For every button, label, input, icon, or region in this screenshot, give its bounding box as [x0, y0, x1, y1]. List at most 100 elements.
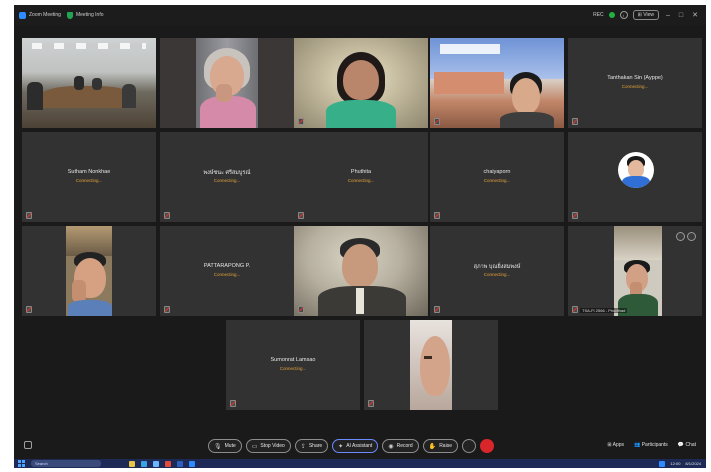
- record-button[interactable]: ◉ Record: [382, 439, 419, 453]
- tray-zoom-icon[interactable]: [659, 460, 666, 467]
- participant-name: พงษ์ชนะ ศรีสมบูรณ์: [203, 170, 251, 176]
- connecting-status: Connecting...: [483, 178, 511, 183]
- taskbar-search[interactable]: Search: [31, 460, 101, 467]
- zoom-window: Zoom Meeting Meeting Info REC i ⊞ View –…: [14, 5, 706, 468]
- participant-tile[interactable]: [22, 226, 156, 316]
- zoom-logo-icon: [19, 11, 26, 19]
- participant-name: Sutham Nonkhae: [67, 169, 111, 175]
- participant-name: PATTARAPONG P.: [203, 263, 251, 269]
- muted-mic-icon: [572, 306, 578, 313]
- participant-tile[interactable]: Sutham Nonkhae Connecting...: [22, 132, 156, 222]
- mic-icon: 🎙: [214, 443, 222, 450]
- edge-icon[interactable]: [141, 460, 147, 467]
- app-label: Zoom Meeting: [29, 12, 61, 18]
- view-button[interactable]: ⊞ View: [632, 10, 659, 20]
- muted-mic-icon: [434, 212, 440, 219]
- os-taskbar: Search 12:00 8/1/2024: [14, 459, 706, 468]
- muted-mic-icon: [26, 306, 32, 313]
- word-icon[interactable]: [177, 460, 183, 467]
- mute-button[interactable]: 🎙 Mute: [208, 439, 242, 453]
- participant-tile[interactable]: [294, 226, 428, 316]
- muted-mic-icon: [298, 212, 304, 219]
- meeting-info-button[interactable]: Meeting Info: [66, 11, 104, 19]
- connecting-status: Connecting...: [213, 272, 241, 277]
- share-button[interactable]: ⇪ Share: [294, 439, 329, 453]
- ai-assistant-button[interactable]: ✦ AI Assistant: [332, 439, 379, 453]
- chat-button[interactable]: 💬 Chat: [678, 442, 696, 448]
- connecting-status: Connecting...: [75, 178, 103, 183]
- participant-tile[interactable]: [430, 38, 564, 128]
- participant-label: TSA-FI 2566 - Phudthad: [580, 308, 628, 313]
- connecting-status: Connecting...: [347, 178, 375, 183]
- apps-button[interactable]: ⊞ Apps: [607, 442, 624, 448]
- video-conference-room: [22, 38, 156, 128]
- more-icon[interactable]: [676, 232, 685, 241]
- maximize-button[interactable]: □: [677, 12, 685, 19]
- video-elderly-woman: [160, 38, 294, 128]
- participant-tile[interactable]: chaiyaporn Connecting...: [430, 132, 564, 222]
- shield-icon: [66, 11, 73, 19]
- participants-button[interactable]: 👥 Participants: [634, 442, 668, 448]
- muted-mic-icon: [368, 400, 374, 407]
- participant-tile[interactable]: [22, 38, 156, 128]
- participants-icon: 👥: [634, 442, 641, 448]
- participant-tile[interactable]: Tanthakan Sin (Ayppe) Connecting...: [568, 38, 702, 128]
- connecting-status: Connecting...: [483, 272, 511, 277]
- more-options-icon[interactable]: [461, 439, 476, 453]
- connecting-status: Connecting...: [213, 178, 241, 183]
- participant-tile[interactable]: [294, 38, 428, 128]
- meeting-toolbar: 🎙 Mute ▭ Stop Video ⇪ Share ✦ AI Assistant ◉…: [14, 433, 706, 459]
- raise-button[interactable]: ✋ Raise: [422, 439, 458, 453]
- muted-mic-icon: [572, 212, 578, 219]
- participant-name: chaiyaporn: [483, 169, 511, 175]
- zoom-taskbar-icon[interactable]: [189, 460, 195, 467]
- chat-icon: 💬: [677, 442, 685, 448]
- participant-name: สุภาพ บุณยิ่งสมพงษ์: [473, 264, 521, 270]
- stop-video-button[interactable]: ▭ Stop Video: [245, 439, 291, 453]
- minimize-button[interactable]: –: [664, 12, 672, 19]
- participant-tile[interactable]: พงษ์ชนะ ศรีสมบูรณ์ Connecting...: [160, 132, 294, 222]
- muted-mic-icon: [164, 212, 170, 219]
- participant-tile[interactable]: TSA-FI 2566 - Phudthad: [568, 226, 702, 316]
- recording-label: REC: [593, 12, 604, 18]
- more-icon[interactable]: [687, 232, 696, 241]
- app-menu[interactable]: Zoom Meeting: [19, 11, 61, 19]
- participant-tile[interactable]: สุภาพ บุณยิ่งสมพงษ์ Connecting...: [430, 226, 564, 316]
- muted-mic-icon: [298, 306, 304, 313]
- chrome-icon[interactable]: [165, 460, 171, 467]
- record-icon: ◉: [388, 443, 394, 450]
- info-icon[interactable]: i: [619, 11, 628, 19]
- video-closeup-face: [364, 320, 498, 410]
- meeting-info-label: Meeting Info: [75, 12, 104, 18]
- avatar: [618, 152, 654, 188]
- participant-tile[interactable]: Phuthita Connecting...: [294, 132, 428, 222]
- participant-tile[interactable]: PATTARAPONG P. Connecting...: [160, 226, 294, 316]
- video-man-hand: [22, 226, 156, 316]
- tile-options[interactable]: [676, 232, 696, 241]
- participant-name: Sumonrat Lamsao: [270, 357, 316, 363]
- participant-tile[interactable]: Sumonrat Lamsao Connecting...: [226, 320, 360, 410]
- video-icon: ▭: [251, 443, 258, 450]
- participant-name: Tanthakan Sin (Ayppe): [607, 75, 663, 81]
- video-man-building: [430, 38, 564, 128]
- participant-name: Phuthita: [350, 169, 372, 175]
- participant-tile[interactable]: [568, 132, 702, 222]
- tray-date: 8/1/2024: [685, 461, 701, 466]
- close-button[interactable]: ✕: [690, 11, 700, 19]
- title-bar: Zoom Meeting Meeting Info REC i ⊞ View –…: [14, 5, 706, 25]
- view-label: View: [643, 12, 654, 18]
- participant-tile[interactable]: [160, 38, 294, 128]
- connecting-status: Connecting...: [279, 366, 307, 371]
- file-explorer-icon[interactable]: [129, 460, 135, 467]
- video-man-suit: [294, 226, 428, 316]
- end-meeting-button[interactable]: [479, 439, 494, 453]
- connecting-status: Connecting...: [621, 84, 649, 89]
- store-icon[interactable]: [153, 460, 159, 467]
- muted-mic-icon: [164, 306, 170, 313]
- apps-icon: ⊞: [607, 442, 612, 448]
- muted-mic-icon: [434, 306, 440, 313]
- start-icon[interactable]: [18, 460, 25, 467]
- participant-tile[interactable]: [364, 320, 498, 410]
- gallery-toggle-icon[interactable]: [24, 441, 32, 449]
- muted-mic-icon: [298, 118, 304, 125]
